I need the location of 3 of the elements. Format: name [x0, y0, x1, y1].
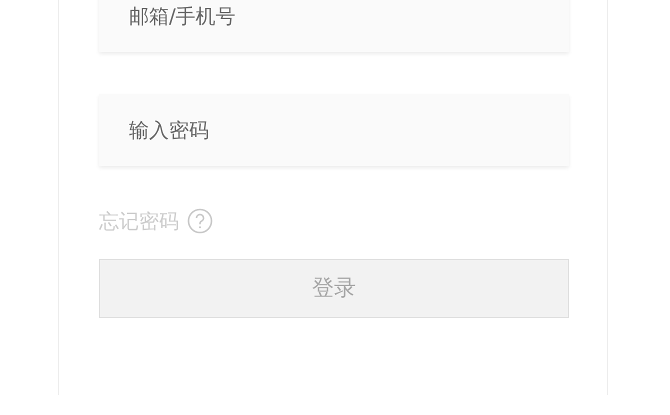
- password-field[interactable]: 输入密码: [99, 94, 569, 166]
- account-field[interactable]: 邮箱/手机号: [99, 0, 569, 52]
- help-icon[interactable]: [187, 208, 213, 234]
